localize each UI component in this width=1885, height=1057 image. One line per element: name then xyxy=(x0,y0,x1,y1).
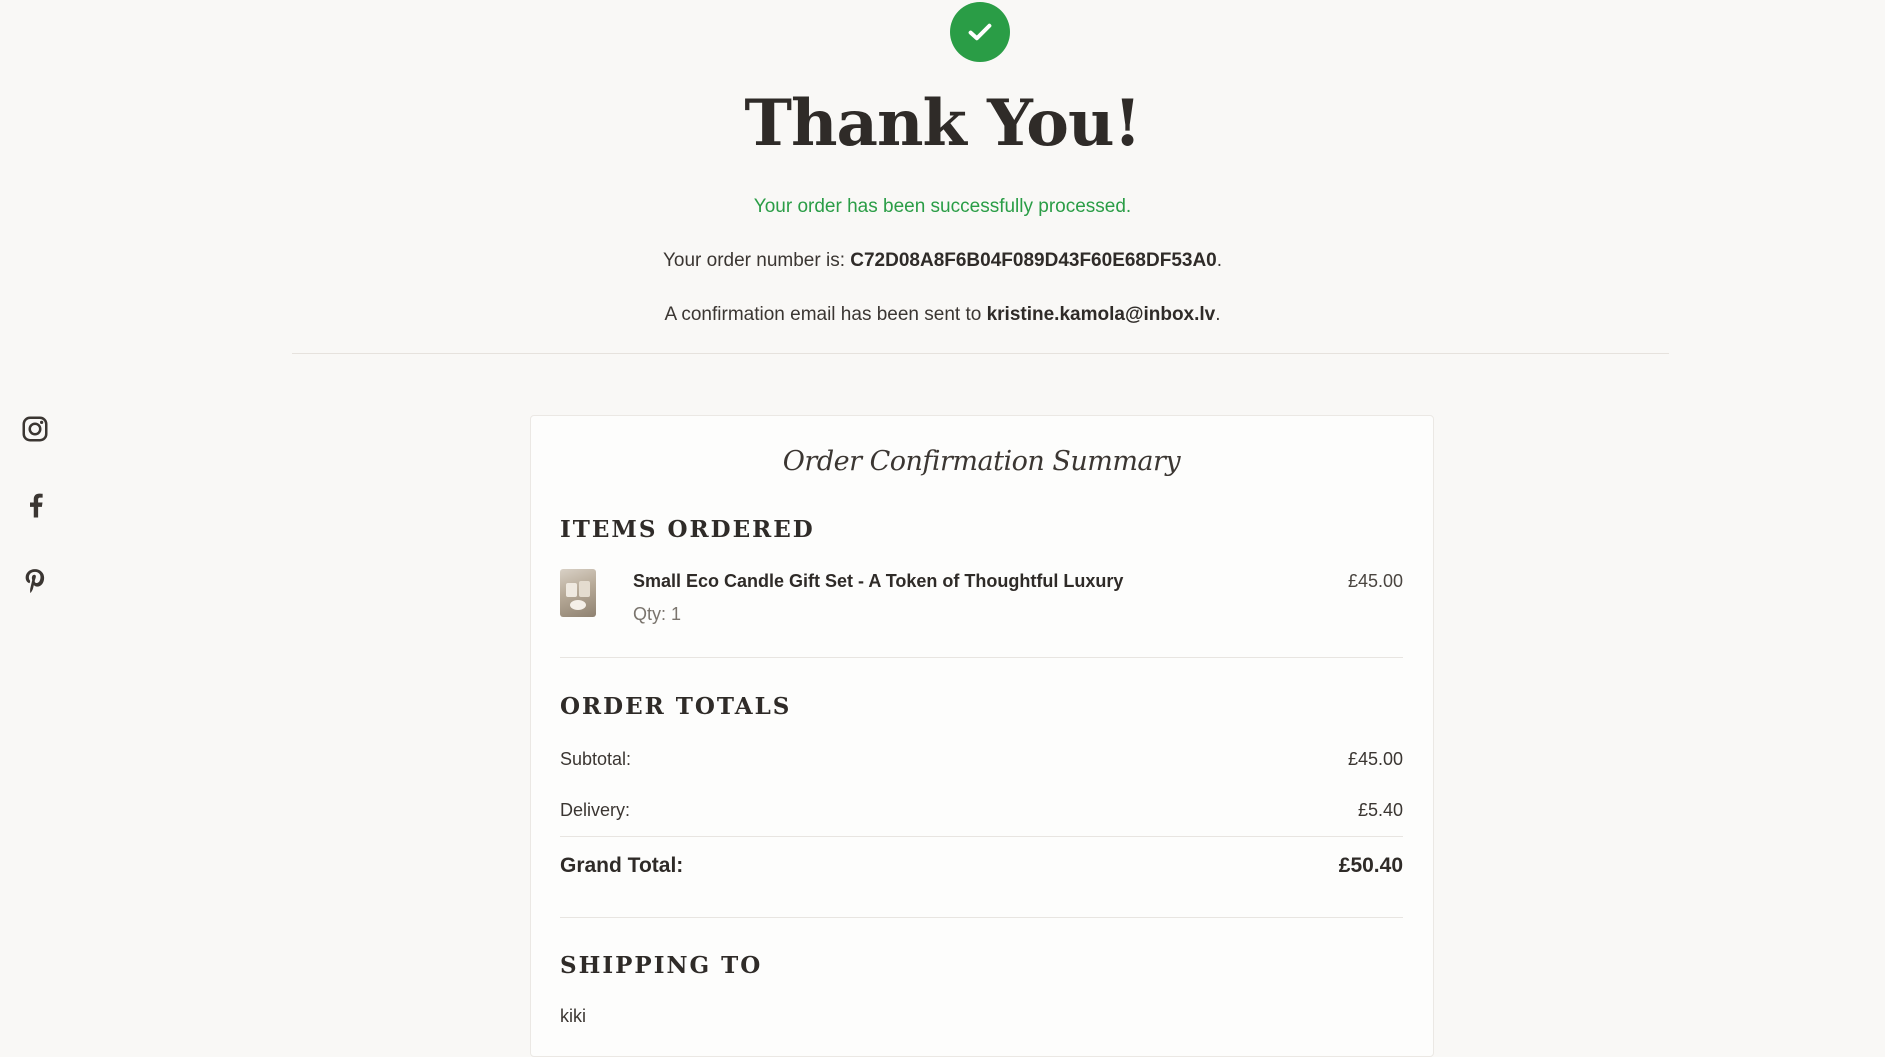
hero-divider xyxy=(292,353,1669,354)
items-divider xyxy=(560,657,1403,658)
order-totals-heading: Order Totals xyxy=(560,693,792,720)
item-quantity: Qty: 1 xyxy=(633,604,682,624)
subtotal-value: £45.00 xyxy=(1347,749,1403,769)
order-item: Small Eco Candle Gift Set - A Token of T… xyxy=(560,569,1403,624)
order-number-prefix: Your order number is: xyxy=(662,250,851,271)
email-prefix: A confirmation email has been sent to xyxy=(664,304,987,325)
confirmation-email: kristine.kamola@inbox.lv xyxy=(986,304,1216,325)
subtotal-label: Subtotal: xyxy=(560,749,632,769)
item-name: Small Eco Candle Gift Set - A Token of T… xyxy=(633,571,1124,591)
facebook-icon[interactable] xyxy=(20,490,52,522)
items-ordered-heading: Items Ordered xyxy=(560,516,815,543)
order-number-suffix: . xyxy=(1216,250,1223,271)
checkmark-icon xyxy=(950,2,1010,62)
success-message: Your order has been successfully process… xyxy=(753,196,1132,217)
page-title: Thank You! xyxy=(744,86,1141,161)
grand-total-value: £50.40 xyxy=(1338,854,1403,877)
grand-total-label: Grand Total: xyxy=(560,854,684,877)
product-thumbnail xyxy=(560,569,596,617)
shipping-divider xyxy=(560,917,1403,918)
social-links xyxy=(20,414,52,642)
pinterest-icon[interactable] xyxy=(20,566,52,598)
order-summary-card: Order Confirmation Summary Items Ordered… xyxy=(530,415,1434,1057)
shipping-to-heading: Shipping To xyxy=(560,952,763,979)
delivery-value: £5.40 xyxy=(1357,800,1403,820)
item-price: £45.00 xyxy=(1347,571,1403,591)
delivery-label: Delivery: xyxy=(560,800,631,820)
totals-divider xyxy=(560,836,1403,837)
email-suffix: . xyxy=(1215,304,1221,325)
confirmation-email-line: A confirmation email has been sent to kr… xyxy=(0,304,1885,326)
instagram-icon[interactable] xyxy=(20,414,52,446)
order-number: C72D08A8F6B04F089D43F60E68DF53A0 xyxy=(850,250,1217,271)
order-number-line: Your order number is: C72D08A8F6B04F089D… xyxy=(0,250,1885,272)
summary-title: Order Confirmation Summary xyxy=(782,446,1181,477)
